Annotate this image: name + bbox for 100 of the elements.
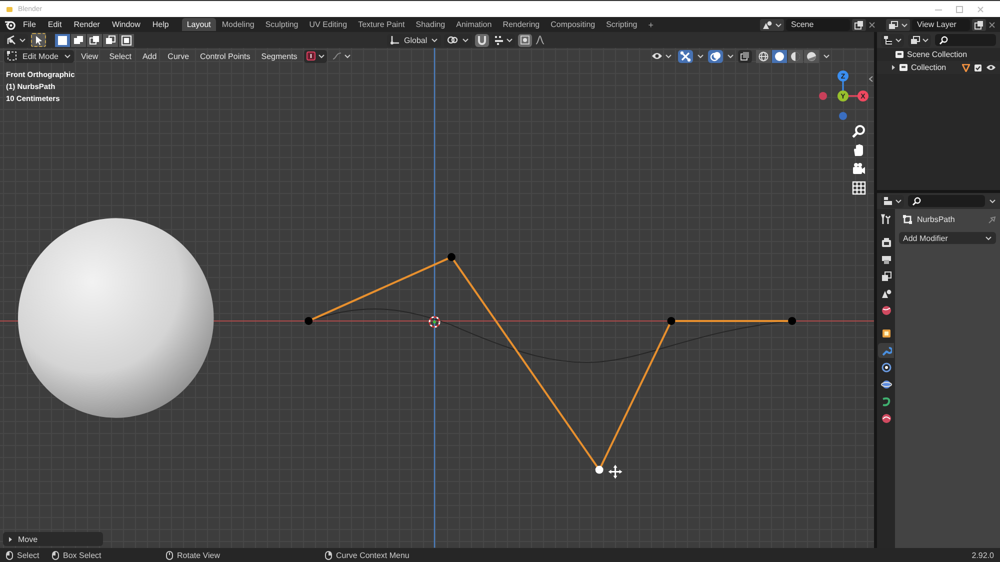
duplicate-icon	[854, 20, 864, 30]
handle-display-dropdown[interactable]	[304, 50, 328, 62]
workspace-tab[interactable]: Texture Paint	[353, 18, 410, 31]
status-hint: Select	[17, 550, 40, 560]
workspace-tab[interactable]: Modeling	[216, 18, 260, 31]
caret-icon	[901, 22, 908, 28]
editor-type-button[interactable]	[881, 194, 904, 208]
snap-target-dropdown[interactable]	[492, 34, 516, 46]
shading-mode-button[interactable]	[788, 50, 803, 62]
caret-icon	[727, 53, 734, 59]
shading-mode-button[interactable]	[772, 50, 787, 62]
falloff-curve-icon[interactable]	[535, 35, 546, 45]
caret-icon	[431, 37, 438, 43]
workspace-tab[interactable]: Scripting	[601, 18, 642, 31]
overlay-circles-icon	[710, 50, 721, 62]
xray-toggle[interactable]	[738, 50, 752, 62]
view-navigation-button[interactable]	[851, 123, 867, 139]
control-point[interactable]	[595, 466, 604, 474]
menu-item[interactable]: Window	[106, 19, 146, 30]
selection-mode-button[interactable]	[119, 34, 134, 46]
curve-icon	[332, 51, 342, 61]
view-navigation-button[interactable]	[851, 180, 867, 196]
viewport-menu[interactable]: Add	[138, 50, 161, 62]
caret-icon	[989, 198, 996, 204]
menu-item[interactable]: Edit	[42, 19, 67, 30]
status-hint: Curve Context Menu	[336, 550, 410, 560]
view-navigation-button[interactable]	[851, 161, 867, 177]
filter-dropdown[interactable]	[908, 34, 931, 46]
workspace-tab[interactable]: Rendering	[498, 18, 545, 31]
viewport-menu[interactable]: Select	[105, 50, 136, 62]
orientation-label: Global	[404, 36, 428, 44]
workspace-tab[interactable]: Animation	[451, 18, 497, 31]
workspace-tab[interactable]: Compositing	[546, 18, 600, 31]
menu-item[interactable]: File	[18, 19, 41, 30]
viewport-menu[interactable]: View	[77, 50, 102, 62]
sidebar-toggle-icon[interactable]	[869, 76, 873, 82]
selection-mode-button[interactable]	[87, 34, 102, 46]
close-icon[interactable]	[988, 20, 996, 28]
display-mode-dropdown[interactable]	[881, 34, 904, 46]
menu-item[interactable]: Help	[147, 19, 174, 30]
search-field[interactable]	[908, 195, 985, 207]
view-layer-field[interactable]: View Layer	[912, 18, 970, 30]
viewport-menu[interactable]: Curve	[164, 50, 194, 62]
edit-mode-icon	[7, 51, 17, 61]
origin-icon	[428, 316, 440, 328]
snap-toggle[interactable]	[475, 34, 490, 46]
last-operator-panel[interactable]: Move	[3, 532, 103, 546]
search-field[interactable]	[935, 34, 996, 46]
shading-mode-button[interactable]	[804, 50, 819, 62]
viewport-menu[interactable]: Control Points	[196, 50, 254, 62]
workspace-tab[interactable]: UV Editing	[304, 18, 352, 31]
search-icon	[912, 196, 921, 206]
checked-checkbox[interactable]	[974, 64, 982, 72]
eye-icon[interactable]	[986, 64, 996, 71]
gizmos-toggle[interactable]	[678, 50, 693, 62]
browse-button[interactable]	[886, 18, 910, 30]
sphere-icon	[774, 50, 785, 62]
workspace-tab[interactable]: Shading	[410, 18, 450, 31]
selection-mode-button[interactable]	[55, 34, 70, 46]
mouse-left-button-icon	[52, 550, 59, 560]
add-modifier-dropdown[interactable]: Add Modifier	[899, 232, 996, 244]
close-icon[interactable]	[868, 20, 876, 28]
workspace-tab[interactable]: Sculpting	[260, 18, 304, 31]
shading-mode-button[interactable]	[756, 50, 771, 62]
menu-item[interactable]: Render	[68, 19, 105, 30]
square-icon	[121, 34, 132, 46]
orientation-dropdown[interactable]: Global	[387, 34, 442, 46]
overlays-toggle[interactable]	[708, 50, 723, 62]
browse-button[interactable]	[760, 18, 784, 30]
collapsed-arrow-icon[interactable]	[891, 65, 896, 70]
add-workspace-button[interactable]: +	[644, 20, 658, 30]
orbit-icon	[880, 379, 892, 390]
selection-mode-button[interactable]	[103, 34, 118, 46]
pin-icon[interactable]	[988, 216, 996, 224]
blender-logo-icon[interactable]	[4, 19, 16, 30]
new-button[interactable]	[852, 18, 866, 30]
navigation-gizmo[interactable]	[819, 70, 868, 120]
mode-label: Edit Mode	[22, 52, 59, 60]
editor-type-button[interactable]	[4, 34, 28, 46]
search-icon	[939, 36, 948, 44]
workspace-tab[interactable]: Layout	[182, 18, 216, 31]
mode-dropdown[interactable]: Edit Mode	[4, 50, 74, 62]
outliner-item[interactable]: Scene Collection	[907, 50, 968, 59]
eye-icon	[651, 51, 663, 61]
square-icon	[105, 34, 116, 46]
proportional-edit-toggle[interactable]	[518, 34, 532, 46]
control-point[interactable]	[448, 253, 456, 262]
mouse-right-button-icon	[325, 550, 332, 560]
outliner-item[interactable]: Collection	[911, 63, 946, 72]
selection-mode-button[interactable]	[71, 34, 86, 46]
viewport-menu[interactable]: Segments	[257, 50, 302, 62]
sphere-icon	[806, 50, 817, 62]
fill-mode-dropdown[interactable]	[330, 50, 354, 62]
square-icon	[73, 34, 84, 46]
select-box-tool[interactable]	[31, 33, 46, 47]
gizmo-icon	[680, 50, 691, 62]
new-button[interactable]	[972, 18, 986, 30]
scene-field[interactable]: Scene	[786, 18, 850, 30]
sphere-icon	[790, 50, 801, 62]
pivot-dropdown[interactable]	[444, 34, 472, 46]
